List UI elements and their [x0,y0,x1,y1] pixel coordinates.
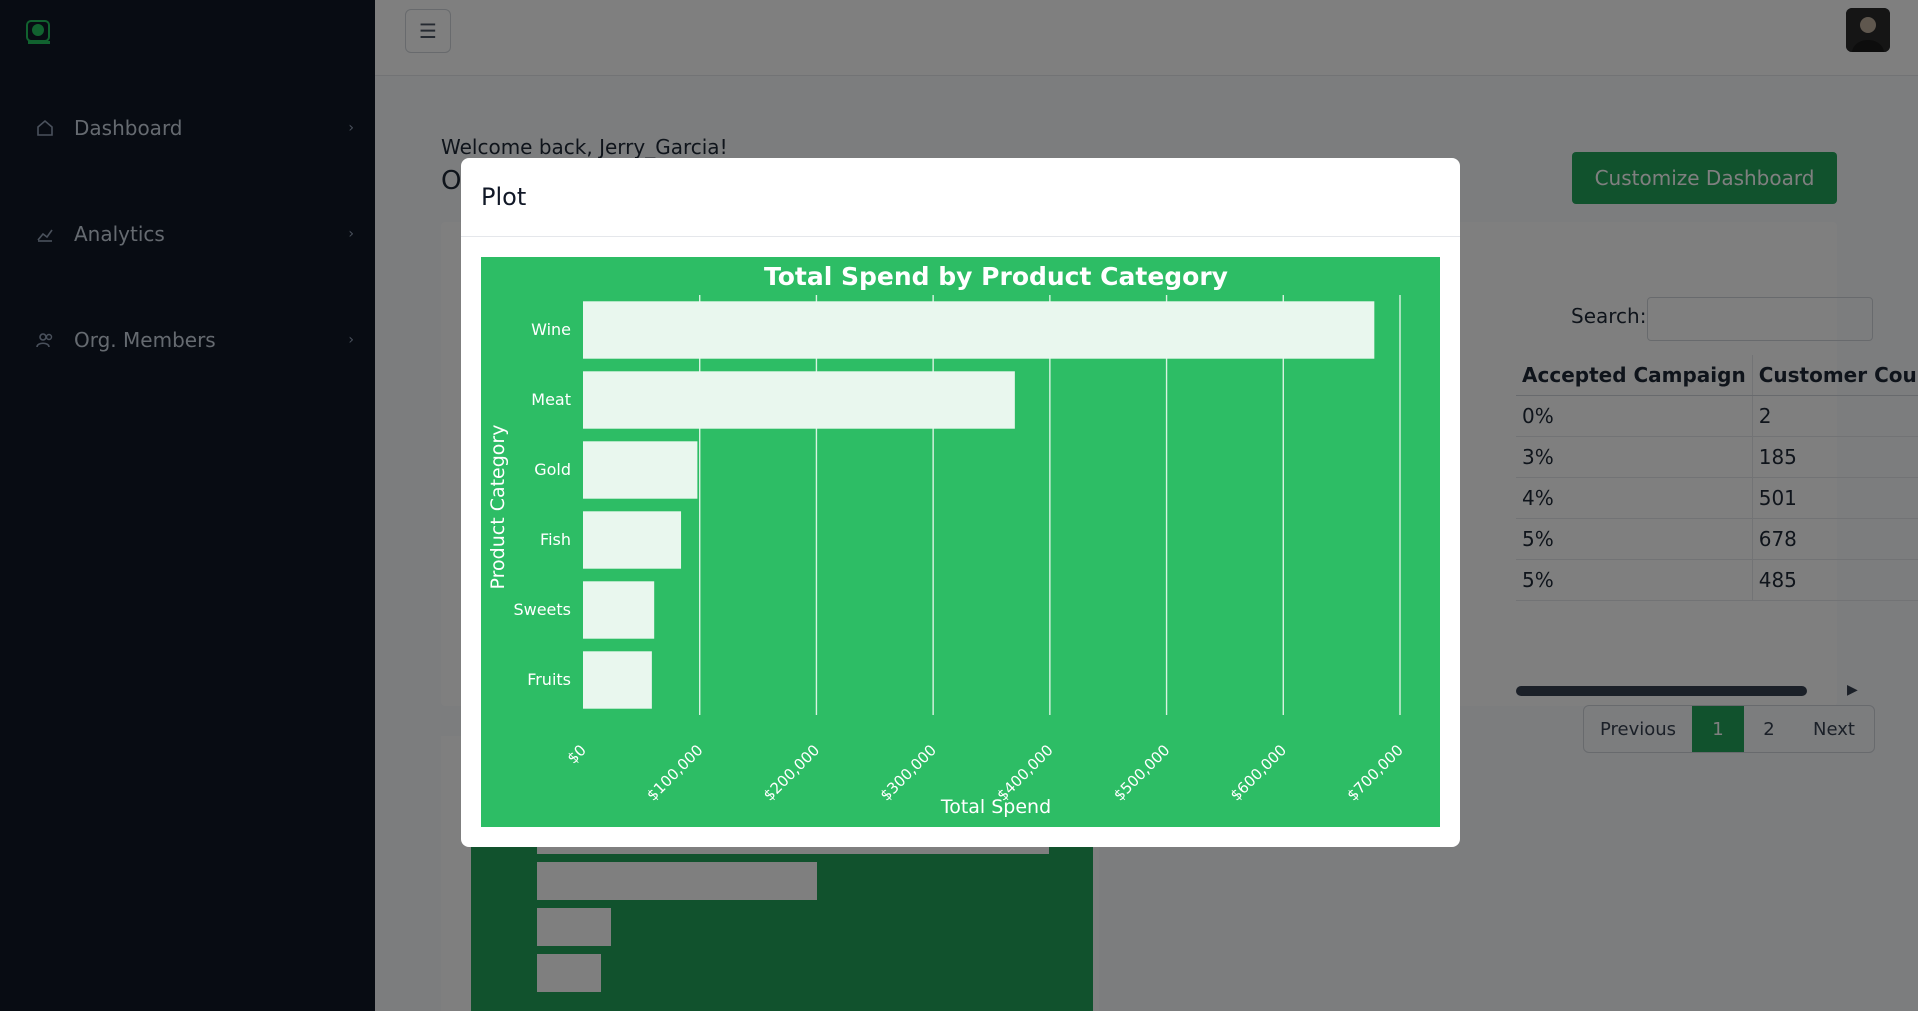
x-tick-label: $300,000 [877,741,940,804]
bar-sweets [583,581,655,639]
y-tick-label: Fruits [527,670,571,689]
y-tick-label: Sweets [513,600,571,619]
x-tick-label: $600,000 [1227,741,1290,804]
x-tick-label: $200,000 [760,741,823,804]
modal-header: Plot [461,158,1460,237]
y-axis-label: Product Category [487,425,509,590]
modal-title: Plot [481,183,527,211]
y-tick-label: Wine [531,320,571,339]
plot-modal: Plot Total Spend by Product Category Tot… [461,158,1460,847]
x-tick-label: $700,000 [1343,741,1406,804]
chart-title: Total Spend by Product Category [764,262,1228,291]
bar-meat [583,371,1015,429]
x-tick-label: $400,000 [993,741,1056,804]
y-tick-label: Fish [540,530,571,549]
y-tick-label: Meat [531,390,571,409]
x-tick-label: $500,000 [1110,741,1173,804]
bar-wine [583,301,1375,359]
x-tick-label: $100,000 [643,741,706,804]
bar-fish [583,511,682,569]
y-tick-label: Gold [534,460,571,479]
x-axis-label: Total Spend [940,796,1051,818]
x-tick-label: $0 [564,741,590,767]
bar-chart-svg: Total Spend by Product Category Total Sp… [487,262,1407,818]
bar-chart: Total Spend by Product Category Total Sp… [481,257,1440,827]
bar-fruits [583,651,652,709]
bar-gold [583,441,698,499]
